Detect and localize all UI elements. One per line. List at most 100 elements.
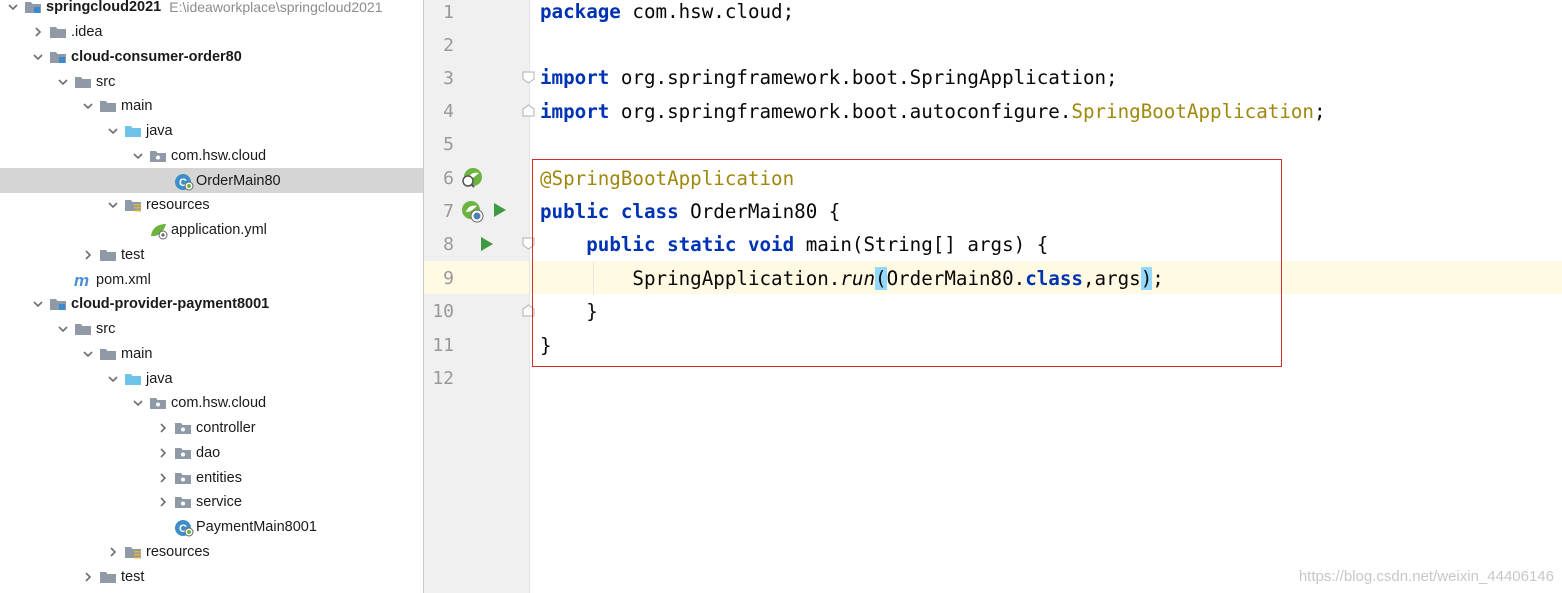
line-number: 11	[432, 335, 454, 356]
keyword: package	[540, 0, 621, 23]
source-folder-icon	[124, 123, 142, 139]
chevron-down-icon[interactable]	[106, 198, 120, 212]
keyword: import	[540, 66, 610, 89]
tree-item-label: application.yml	[171, 222, 267, 239]
tree-item[interactable]: .idea	[0, 20, 423, 45]
chevron-right-icon[interactable]	[81, 570, 95, 584]
tree-item[interactable]: resources	[0, 540, 423, 565]
line-number: 8	[443, 234, 454, 255]
package-icon	[149, 395, 167, 411]
package-icon	[174, 494, 192, 510]
chevron-right-icon[interactable]	[156, 495, 170, 509]
tree-item[interactable]: m pom.xml	[0, 267, 423, 292]
tree-item[interactable]: src	[0, 69, 423, 94]
project-tree[interactable]: springcloud2021 E:\ideaworkplace\springcl…	[0, 0, 423, 593]
line-number: 7	[443, 201, 454, 222]
tree-item-label: src	[96, 73, 116, 90]
chevron-right-icon[interactable]	[156, 446, 170, 460]
tree-item-label: main	[121, 345, 153, 362]
tree-item-label: src	[96, 321, 116, 338]
tree-item[interactable]: cloud-provider-payment8001	[0, 292, 423, 317]
tree-item[interactable]: cloud-consumer-order80	[0, 45, 423, 70]
chevron-down-icon[interactable]	[106, 124, 120, 138]
tree-item-label: test	[121, 568, 145, 585]
tree-item[interactable]: dao	[0, 441, 423, 466]
project-path: E:\ideaworkplace\springcloud2021	[169, 0, 383, 16]
fold-marker-icon[interactable]	[522, 104, 535, 117]
chevron-down-icon[interactable]	[31, 50, 45, 64]
tree-item[interactable]: main	[0, 94, 423, 119]
tree-item[interactable]: C PaymentMain8001	[0, 515, 423, 540]
code-line-3[interactable]: import org.springframework.boot.SpringAp…	[540, 61, 1118, 95]
tree-item[interactable]: java	[0, 366, 423, 391]
code-text: com.hsw.cloud;	[620, 0, 795, 23]
tree-item-label: com.hsw.cloud	[171, 395, 267, 412]
tree-item-label: OrderMain80	[196, 172, 281, 189]
tree-item-label: springcloud2021	[46, 0, 162, 16]
tree-item-label: controller	[196, 420, 256, 437]
spring-bean-icon[interactable]	[460, 167, 484, 194]
tree-item[interactable]: com.hsw.cloud	[0, 144, 423, 169]
tree-item-label: entities	[196, 469, 242, 486]
tree-item[interactable]: src	[0, 317, 423, 342]
tree-item-label: .idea	[71, 24, 103, 41]
line-number: 10	[432, 301, 454, 322]
tree-item[interactable]: entities	[0, 465, 423, 490]
tree-item[interactable]: springcloud2021 E:\ideaworkplace\springcl…	[0, 0, 423, 20]
package-icon	[174, 420, 192, 436]
folder-icon	[99, 247, 117, 263]
code-line-1[interactable]: package com.hsw.cloud;	[540, 0, 794, 29]
chevron-right-icon[interactable]	[31, 25, 45, 39]
line-number: 2	[443, 35, 454, 56]
tree-item[interactable]: com.hsw.cloud	[0, 391, 423, 416]
run-icon[interactable]	[493, 202, 507, 223]
line-number: 4	[443, 101, 454, 122]
chevron-down-icon[interactable]	[56, 75, 70, 89]
gutter-separator	[529, 0, 530, 593]
tree-item[interactable]: controller	[0, 416, 423, 441]
tree-item-label: cloud-provider-payment8001	[71, 296, 270, 313]
chevron-down-icon[interactable]	[6, 0, 20, 14]
tree-item[interactable]: main	[0, 342, 423, 367]
spring-boot-app-icon[interactable]	[460, 200, 486, 229]
tree-item[interactable]: test	[0, 564, 423, 589]
fold-marker-icon[interactable]	[522, 71, 535, 84]
chevron-right-icon[interactable]	[81, 248, 95, 262]
tree-item[interactable]: resources	[0, 193, 423, 218]
line-number: 3	[443, 68, 454, 89]
package-icon	[174, 445, 192, 461]
tree-item[interactable]: test	[0, 243, 423, 268]
package-icon	[174, 470, 192, 486]
chevron-down-icon[interactable]	[131, 396, 145, 410]
chevron-down-icon[interactable]	[131, 149, 145, 163]
chevron-right-icon[interactable]	[156, 471, 170, 485]
chevron-down-icon[interactable]	[106, 372, 120, 386]
chevron-down-icon[interactable]	[31, 297, 45, 311]
code-line-4[interactable]: import org.springframework.boot.autoconf…	[540, 95, 1326, 129]
chevron-down-icon[interactable]	[81, 99, 95, 113]
line-number: 9	[443, 268, 454, 289]
code-text: org.springframework.boot.SpringApplicati…	[609, 66, 1118, 89]
chevron-right-icon[interactable]	[106, 545, 120, 559]
chevron-down-icon[interactable]	[81, 347, 95, 361]
chevron-right-icon[interactable]	[156, 421, 170, 435]
tree-item[interactable]: C OrderMain80	[0, 168, 423, 193]
tree-item[interactable]: application.yml	[0, 218, 423, 243]
tree-item[interactable]: java	[0, 119, 423, 144]
tree-item-label: PaymentMain8001	[196, 519, 317, 536]
tree-item-label: resources	[146, 543, 210, 560]
tree-item-label: com.hsw.cloud	[171, 147, 267, 164]
tree-item[interactable]: service	[0, 490, 423, 515]
chevron-down-icon[interactable]	[56, 322, 70, 336]
source-folder-icon	[124, 371, 142, 387]
tree-item-label: service	[196, 494, 242, 511]
resources-folder-icon	[124, 544, 142, 560]
folder-icon	[74, 321, 92, 337]
run-icon[interactable]	[480, 236, 494, 257]
tree-item-label: java	[146, 370, 173, 387]
folder-icon	[99, 346, 117, 362]
tree-item-label: main	[121, 98, 153, 115]
